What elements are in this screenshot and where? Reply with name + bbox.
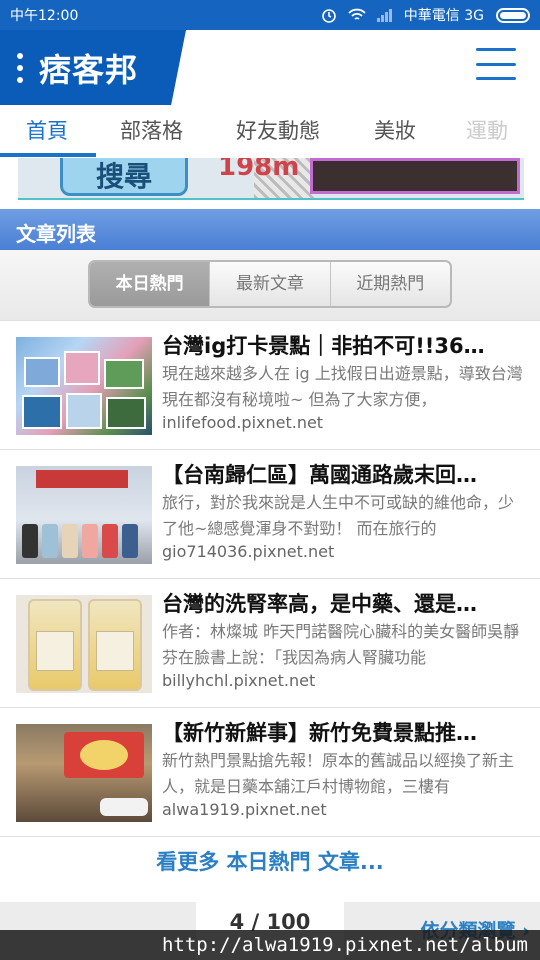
article-thumbnail <box>16 724 152 822</box>
article-excerpt: 旅行，對於我來說是人生中不可或缺的維他命，少了他~總感覺渾身不對勁！ 而在旅行的 <box>162 493 515 538</box>
list-item[interactable]: 【新竹新鮮事】新竹免費景點推… 新竹熱門景點搶先報！原本的舊誠品以經換了新主人，… <box>0 707 540 836</box>
article-title: 【台南歸仁區】萬國通路歲末回… <box>162 463 477 487</box>
article-source: billyhchl.pixnet.net <box>162 671 316 690</box>
ad-banner[interactable]: 搜尋 198m <box>18 158 524 200</box>
logo-text: 痞客邦 <box>39 50 139 89</box>
tab-home[interactable]: 首頁 <box>26 115 68 145</box>
battery-icon <box>496 7 530 23</box>
article-excerpt: 新竹熱門景點搶先報！原本的舊誠品以經換了新主人，就是日藥本舖江戶村博物館，三樓有 <box>162 751 515 796</box>
list-item[interactable]: 台灣ig打卡景點｜非拍不可!!36… 現在越來越多人在 ig 上找假日出遊景點，… <box>0 320 540 449</box>
tab-sports[interactable]: 運動 <box>466 115 508 145</box>
status-time: 中午12:00 <box>10 8 79 24</box>
list-item[interactable]: 【台南歸仁區】萬國通路歲末回… 旅行，對於我來說是人生中不可或缺的維他命，少了他… <box>0 449 540 578</box>
signal-icon <box>376 6 394 24</box>
segmented-control: 本日熱門 最新文章 近期熱門 <box>88 260 452 308</box>
banner-search-button: 搜尋 <box>60 158 188 196</box>
segment-bar: 本日熱門 最新文章 近期熱門 <box>0 250 540 320</box>
segment-recent-hot[interactable]: 近期熱門 <box>331 262 450 306</box>
tab-blog[interactable]: 部落格 <box>120 115 183 145</box>
article-title: 台灣的洗腎率高，是中藥、還是… <box>162 592 477 616</box>
banner-price: 198m <box>218 158 300 182</box>
status-right: 中華電信 3G <box>320 5 530 25</box>
article-source: gio714036.pixnet.net <box>162 542 335 561</box>
more-articles-link[interactable]: 看更多 本日熱門 文章... <box>0 836 540 892</box>
banner-photo <box>310 158 520 194</box>
more-dots-icon <box>17 52 23 83</box>
hamburger-menu-icon[interactable] <box>476 48 516 80</box>
list-item[interactable]: 台灣的洗腎率高，是中藥、還是… 作者：林燦城 昨天門諾醫院心臟科的美女醫師吳靜芬… <box>0 578 540 707</box>
segment-latest[interactable]: 最新文章 <box>210 262 331 306</box>
carrier-label: 中華電信 3G <box>403 8 484 24</box>
article-excerpt: 現在越來越多人在 ig 上找假日出遊景點，導致台灣現在都沒有秘境啦~ 但為了大家… <box>162 364 523 409</box>
watermark: http://alwa1919.pixnet.net/album <box>0 930 540 960</box>
article-title: 台灣ig打卡景點｜非拍不可!!36… <box>162 334 485 358</box>
wifi-icon <box>348 6 366 24</box>
tab-beauty[interactable]: 美妝 <box>374 115 416 145</box>
article-thumbnail <box>16 337 152 435</box>
segment-today-hot[interactable]: 本日熱門 <box>90 262 211 306</box>
article-thumbnail <box>16 595 152 693</box>
article-thumbnail <box>16 466 152 564</box>
article-title: 【新竹新鮮事】新竹免費景點推… <box>162 721 477 745</box>
alarm-icon <box>320 6 338 24</box>
article-excerpt: 作者：林燦城 昨天門諾醫院心臟科的美女醫師吳靜芬在臉書上說：「我因為病人腎臟功能 <box>162 622 520 667</box>
article-source: inlifefood.pixnet.net <box>162 413 324 432</box>
active-tab-indicator <box>0 153 96 157</box>
article-source: alwa1919.pixnet.net <box>162 800 327 819</box>
section-title: 文章列表 <box>0 209 540 250</box>
status-bar: 中午12:00 中華電信 3G <box>0 0 540 30</box>
app-header: 痞客邦 <box>0 30 540 105</box>
logo[interactable]: 痞客邦 <box>0 30 186 105</box>
category-tabs: 首頁 部落格 好友動態 美妝 運動 <box>0 105 540 158</box>
tab-friends[interactable]: 好友動態 <box>236 115 320 145</box>
